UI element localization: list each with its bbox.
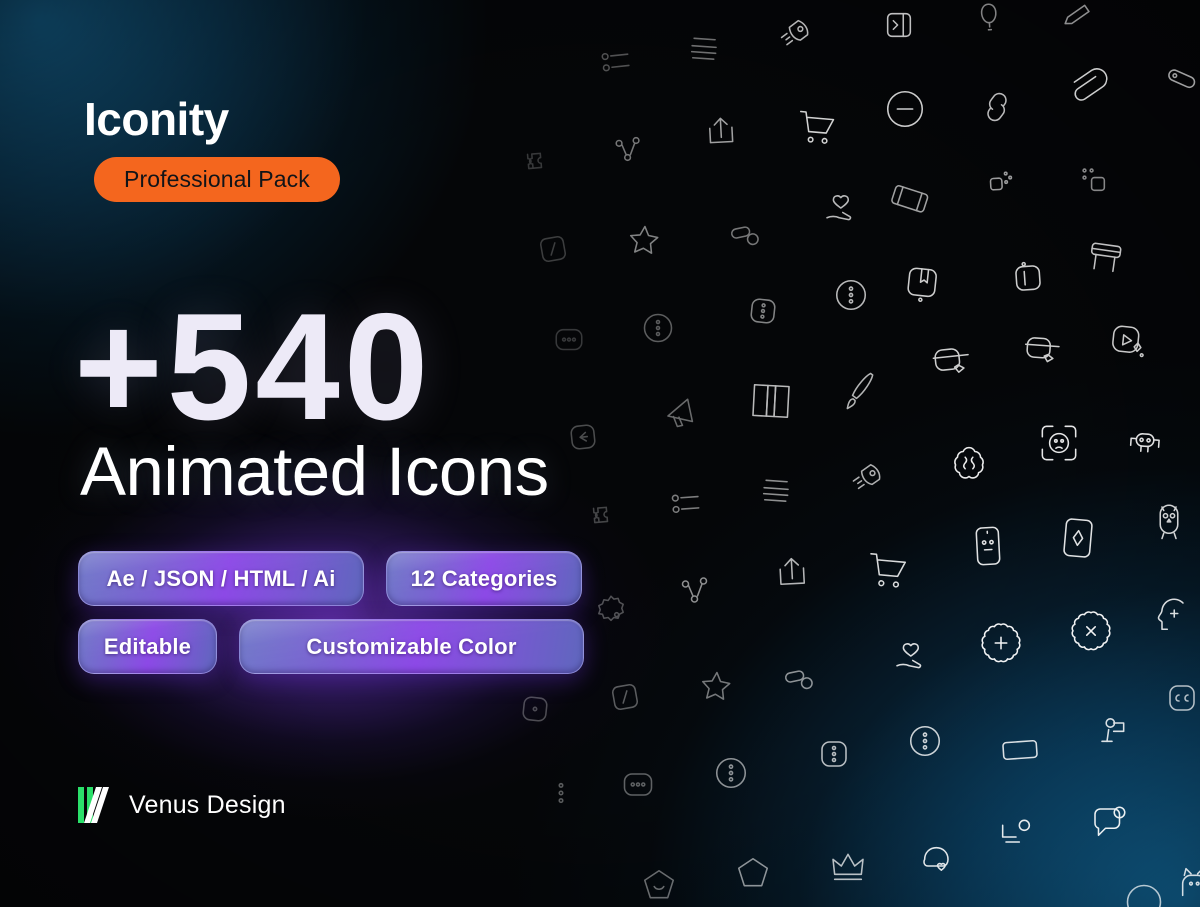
feature-badge-grid: Ae / JSON / HTML / Ai 12 Categories Edit… (78, 551, 618, 687)
footer-brand-name: Venus Design (129, 790, 286, 819)
page-title: Iconity (84, 93, 229, 145)
professional-pack-badge: Professional Pack (94, 157, 340, 202)
headline-subtitle: Animated Icons (80, 433, 549, 510)
icon-count-headline: +540 (74, 282, 433, 452)
feature-badge-categories[interactable]: 12 Categories (386, 551, 582, 606)
venus-slash-logo-icon (78, 787, 109, 823)
footer-brand: Venus Design (76, 785, 286, 825)
feature-badge-row: Editable Customizable Color (78, 619, 618, 674)
poster-canvas: Iconity Professional Pack +540 Animated … (0, 0, 1200, 907)
feature-badge-customizable-color[interactable]: Customizable Color (239, 619, 584, 674)
feature-badge-editable[interactable]: Editable (78, 619, 217, 674)
feature-badge-formats[interactable]: Ae / JSON / HTML / Ai (78, 551, 364, 606)
feature-badge-row: Ae / JSON / HTML / Ai 12 Categories (78, 551, 618, 606)
poster-content: Iconity Professional Pack +540 Animated … (0, 0, 1200, 907)
